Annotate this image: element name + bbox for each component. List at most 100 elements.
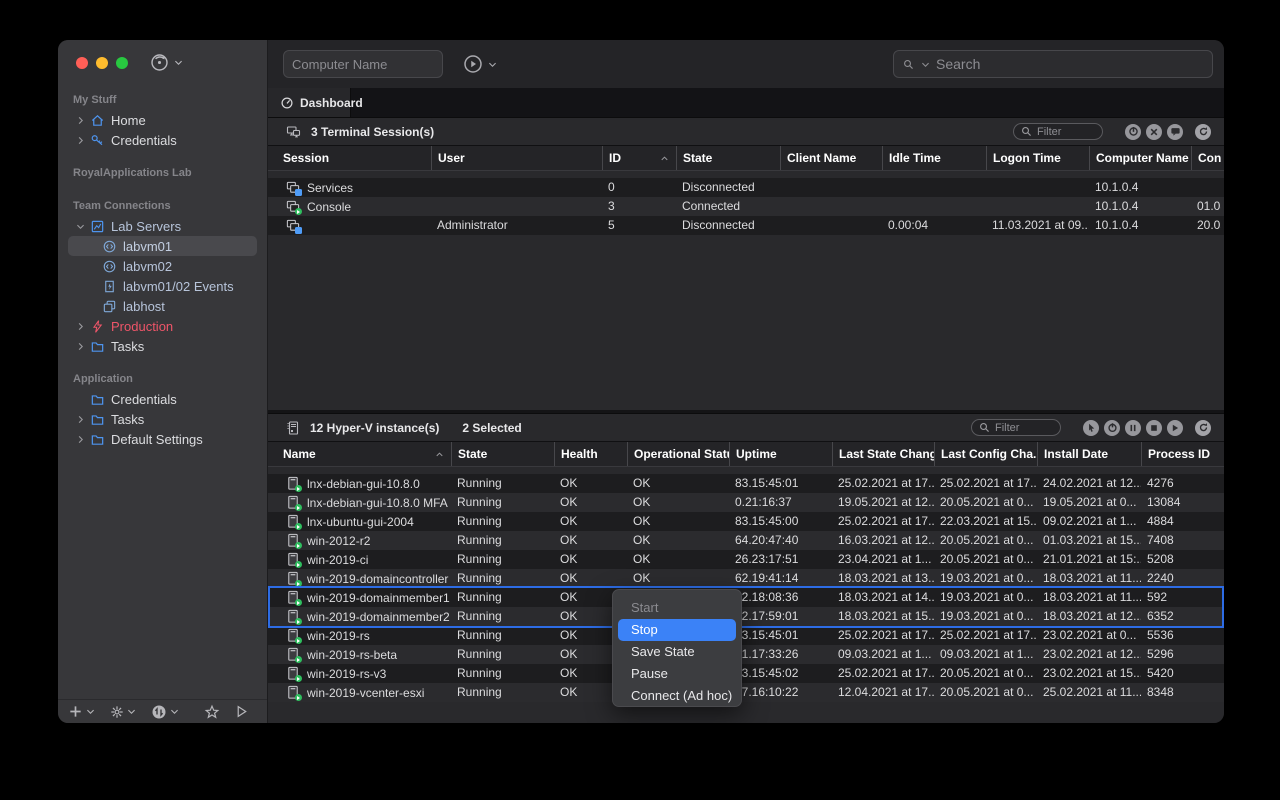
- row-label: win-2019-rs: [307, 629, 370, 643]
- column-header-computer-name[interactable]: Computer Name: [1089, 146, 1191, 170]
- column-header-user[interactable]: User: [431, 146, 602, 170]
- message-button[interactable]: [1167, 124, 1183, 140]
- column-header-id[interactable]: ID: [602, 146, 676, 170]
- connect-dropdown-button[interactable]: [463, 54, 498, 74]
- column-header-conn[interactable]: Conn: [1191, 146, 1221, 170]
- column-header-process-id[interactable]: Process ID: [1141, 442, 1218, 466]
- column-header-session[interactable]: Session: [277, 146, 431, 170]
- column-header-logon-time[interactable]: Logon Time: [986, 146, 1089, 170]
- chevron-right-icon[interactable]: [73, 341, 87, 352]
- computer-name-combo[interactable]: [283, 50, 443, 78]
- refresh-button[interactable]: [1195, 124, 1211, 140]
- cell-install-date: 19.05.2021 at 0...: [1037, 493, 1141, 512]
- menu-item-save-state[interactable]: Save State: [618, 641, 736, 663]
- table-row[interactable]: win-2012-r2RunningOKOK64.20:47:4016.03.2…: [268, 531, 1224, 550]
- table-row[interactable]: win-2019-rsRunningOKOK83.15:45:0125.02.2…: [268, 626, 1224, 645]
- menu-item-pause[interactable]: Pause: [618, 663, 736, 685]
- power-button[interactable]: [1104, 420, 1120, 436]
- computer-name-input[interactable]: [284, 57, 443, 72]
- column-header-health[interactable]: Health: [554, 442, 627, 466]
- star-button[interactable]: [204, 704, 220, 720]
- cell-last-config-cha-: 09.03.2021 at 1...: [934, 645, 1037, 664]
- sidebar-item-labvm01[interactable]: labvm01: [68, 236, 257, 256]
- cell-uptime: 26.23:17:51: [729, 550, 832, 569]
- connect-action-button[interactable]: [150, 53, 184, 72]
- folder-icon: [89, 431, 105, 447]
- chevron-right-icon[interactable]: [73, 434, 87, 445]
- sidebar-item-production[interactable]: Production: [68, 316, 257, 336]
- close-button[interactable]: [1146, 124, 1162, 140]
- connect-pointer-button[interactable]: [1083, 420, 1099, 436]
- column-header-state[interactable]: State: [676, 146, 780, 170]
- column-header-install-date[interactable]: Install Date: [1037, 442, 1141, 466]
- table-row[interactable]: lnx-ubuntu-gui-2004RunningOKOK83.15:45:0…: [268, 512, 1224, 531]
- tab-dashboard[interactable]: Dashboard: [268, 88, 351, 117]
- cell-id: 0: [602, 178, 676, 197]
- table-row[interactable]: win-2019-rs-betaRunningOKOK71.17:33:2609…: [268, 645, 1224, 664]
- table-row[interactable]: Administrator5Disconnected0.00:0411.03.2…: [268, 216, 1224, 235]
- sync-button[interactable]: [151, 704, 180, 720]
- sidebar-item-labvm01-02-events[interactable]: labvm01/02 Events: [68, 276, 257, 296]
- sidebar-item-tasks[interactable]: Tasks: [68, 336, 257, 356]
- menu-item-connect-ad-hoc-[interactable]: Connect (Ad hoc): [618, 685, 736, 707]
- chevron-right-icon[interactable]: [73, 115, 87, 126]
- zoom-window-button[interactable]: [116, 57, 128, 69]
- minimize-window-button[interactable]: [96, 57, 108, 69]
- play-button[interactable]: [1167, 420, 1183, 436]
- search-box[interactable]: [893, 50, 1213, 78]
- hyperv-filter-input[interactable]: [995, 422, 1054, 434]
- table-row[interactable]: win-2019-rs-v3RunningOKOK83.15:45:0225.0…: [268, 664, 1224, 683]
- play-outline-button[interactable]: [234, 704, 249, 719]
- chevron-right-icon[interactable]: [73, 414, 87, 425]
- sidebar-item-labhost[interactable]: labhost: [68, 296, 257, 316]
- cell-name: win-2019-ci: [277, 550, 451, 569]
- table-row[interactable]: lnx-debian-gui-10.8.0 MFARunningOKOK0.21…: [268, 493, 1224, 512]
- sidebar-item-label: Credentials: [111, 133, 177, 148]
- close-window-button[interactable]: [76, 57, 88, 69]
- search-input[interactable]: [936, 56, 1204, 72]
- refresh-button[interactable]: [1195, 420, 1211, 436]
- table-row[interactable]: win-2019-domainmember1RunningOKOK62.18:0…: [268, 588, 1224, 607]
- gear-button[interactable]: [110, 705, 137, 719]
- table-row[interactable]: win-2019-domaincontrollerRunningOKOK62.1…: [268, 569, 1224, 588]
- chevron-right-icon[interactable]: [73, 135, 87, 146]
- column-header-idle-time[interactable]: Idle Time: [882, 146, 986, 170]
- table-row[interactable]: lnx-debian-gui-10.8.0RunningOKOK83.15:45…: [268, 474, 1224, 493]
- sidebar-item-home[interactable]: Home: [68, 110, 257, 130]
- column-header-last-config-cha-[interactable]: Last Config Cha...: [934, 442, 1037, 466]
- cell-process-id: 4276: [1141, 474, 1218, 493]
- terminal-filter-input[interactable]: [1037, 126, 1096, 138]
- chevron-right-icon[interactable]: [73, 321, 87, 332]
- table-row[interactable]: win-2019-ciRunningOKOK26.23:17:5123.04.2…: [268, 550, 1224, 569]
- logoff-button[interactable]: [1125, 124, 1141, 140]
- table-row[interactable]: Services0Disconnected10.1.0.4: [268, 178, 1224, 197]
- sidebar-item-credentials[interactable]: Credentials: [68, 389, 257, 409]
- chevron-down-icon[interactable]: [73, 221, 87, 232]
- sidebar-item-lab-servers[interactable]: Lab Servers: [68, 216, 257, 236]
- menu-item-stop[interactable]: Stop: [618, 619, 736, 641]
- column-header-operational-status[interactable]: Operational Status: [627, 442, 729, 466]
- plus-button[interactable]: [68, 704, 96, 719]
- sidebar-item-label: Production: [111, 319, 173, 334]
- column-header-state[interactable]: State: [451, 442, 554, 466]
- stop-button[interactable]: [1146, 420, 1162, 436]
- cell-state: Running: [451, 588, 554, 607]
- column-header-uptime[interactable]: Uptime: [729, 442, 832, 466]
- table-row[interactable]: Console3Connected10.1.0.401.03.2021: [268, 197, 1224, 216]
- table-row[interactable]: win-2019-domainmember2RunningOKOK62.17:5…: [268, 607, 1224, 626]
- sidebar-item-labvm02[interactable]: labvm02: [68, 256, 257, 276]
- sidebar-item-tasks[interactable]: Tasks: [68, 409, 257, 429]
- hyperv-filter-box[interactable]: [971, 419, 1061, 436]
- pause-button[interactable]: [1125, 420, 1141, 436]
- cell-health: OK: [554, 512, 627, 531]
- row-label: win-2019-domainmember1: [307, 591, 450, 605]
- cell-name: lnx-ubuntu-gui-2004: [277, 512, 451, 531]
- table-row[interactable]: win-2019-vcenter-esxiRunningOKOK37.16:10…: [268, 683, 1224, 702]
- column-header-name[interactable]: Name: [277, 442, 451, 466]
- column-header-client-name[interactable]: Client Name: [780, 146, 882, 170]
- terminal-filter-box[interactable]: [1013, 123, 1103, 140]
- sidebar-item-default-settings[interactable]: Default Settings: [68, 429, 257, 449]
- cell-name: win-2012-r2: [277, 531, 451, 550]
- sidebar-item-credentials[interactable]: Credentials: [68, 130, 257, 150]
- column-header-last-state-change[interactable]: Last State Change: [832, 442, 934, 466]
